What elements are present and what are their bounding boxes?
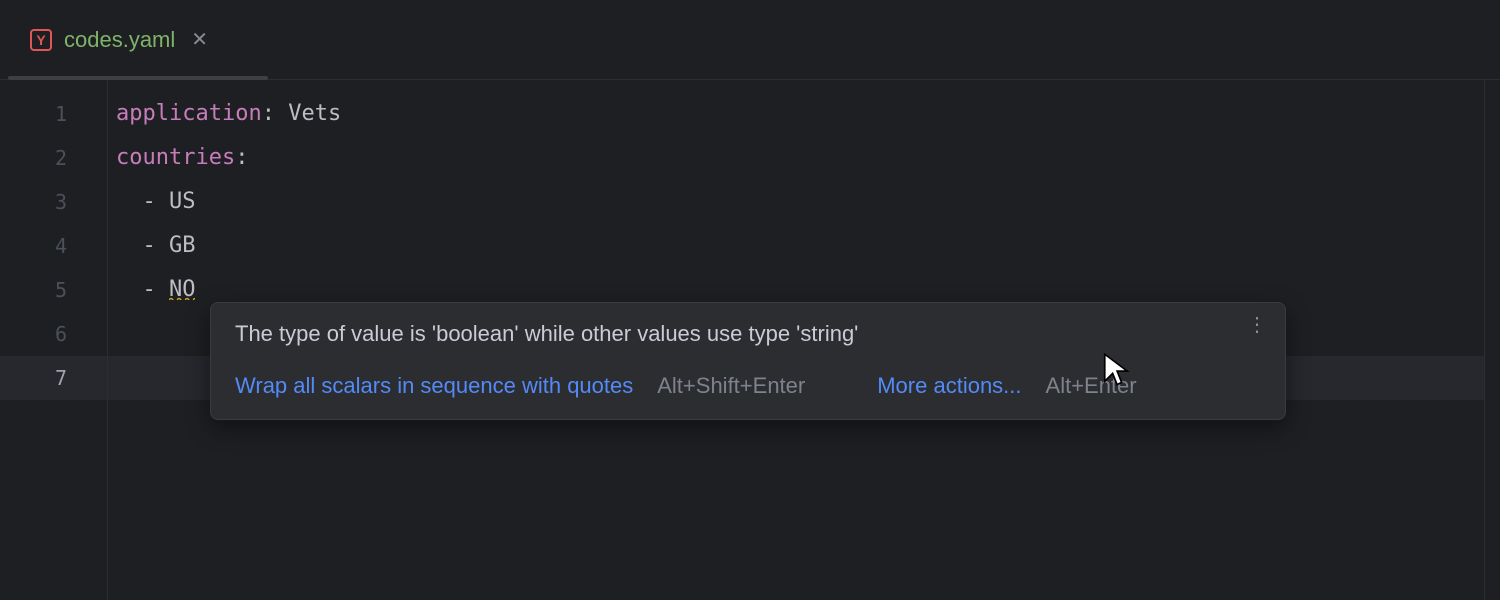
more-actions-shortcut: Alt+Enter — [1046, 373, 1137, 399]
yaml-item: US — [169, 189, 196, 214]
code-line[interactable]: countries: — [116, 136, 1500, 180]
scrollbar-track[interactable] — [1484, 80, 1500, 600]
line-number: 3 — [0, 180, 107, 224]
code-line[interactable]: application: Vets — [116, 92, 1500, 136]
tab-codes-yaml[interactable]: Y codes.yaml ✕ — [24, 0, 230, 79]
yaml-colon: : — [262, 101, 289, 126]
close-tab-icon[interactable]: ✕ — [187, 27, 212, 52]
yaml-dash: - — [116, 233, 169, 258]
yaml-value: Vets — [288, 101, 341, 126]
yaml-key: countries — [116, 145, 235, 170]
line-number-gutter: 1 2 3 4 5 6 7 — [0, 80, 108, 600]
code-line[interactable]: - US — [116, 180, 1500, 224]
yaml-dash: - — [116, 189, 169, 214]
line-number: 2 — [0, 136, 107, 180]
code-line[interactable]: - GB — [116, 224, 1500, 268]
yaml-colon: : — [235, 145, 248, 170]
line-number: 5 — [0, 268, 107, 312]
line-number: 4 — [0, 224, 107, 268]
yaml-file-icon: Y — [30, 29, 52, 51]
quick-fix-link[interactable]: Wrap all scalars in sequence with quotes — [235, 373, 633, 399]
quick-fix-shortcut: Alt+Shift+Enter — [657, 373, 805, 399]
tab-filename: codes.yaml — [64, 27, 175, 53]
line-number: 7 — [0, 356, 107, 400]
yaml-item-warning: NO — [169, 277, 196, 302]
line-number: 6 — [0, 312, 107, 356]
more-vert-icon[interactable]: ⋮ — [1247, 321, 1267, 329]
tab-bar: Y codes.yaml ✕ — [0, 0, 1500, 80]
yaml-dash: - — [116, 277, 169, 302]
more-actions-link[interactable]: More actions... — [877, 373, 1021, 399]
yaml-key: application — [116, 101, 262, 126]
inspection-message: The type of value is 'boolean' while oth… — [235, 321, 1261, 347]
yaml-item: GB — [169, 233, 196, 258]
inspection-hint-popup: ⋮ The type of value is 'boolean' while o… — [210, 302, 1286, 420]
line-number: 1 — [0, 92, 107, 136]
hint-actions-row: Wrap all scalars in sequence with quotes… — [235, 373, 1261, 399]
